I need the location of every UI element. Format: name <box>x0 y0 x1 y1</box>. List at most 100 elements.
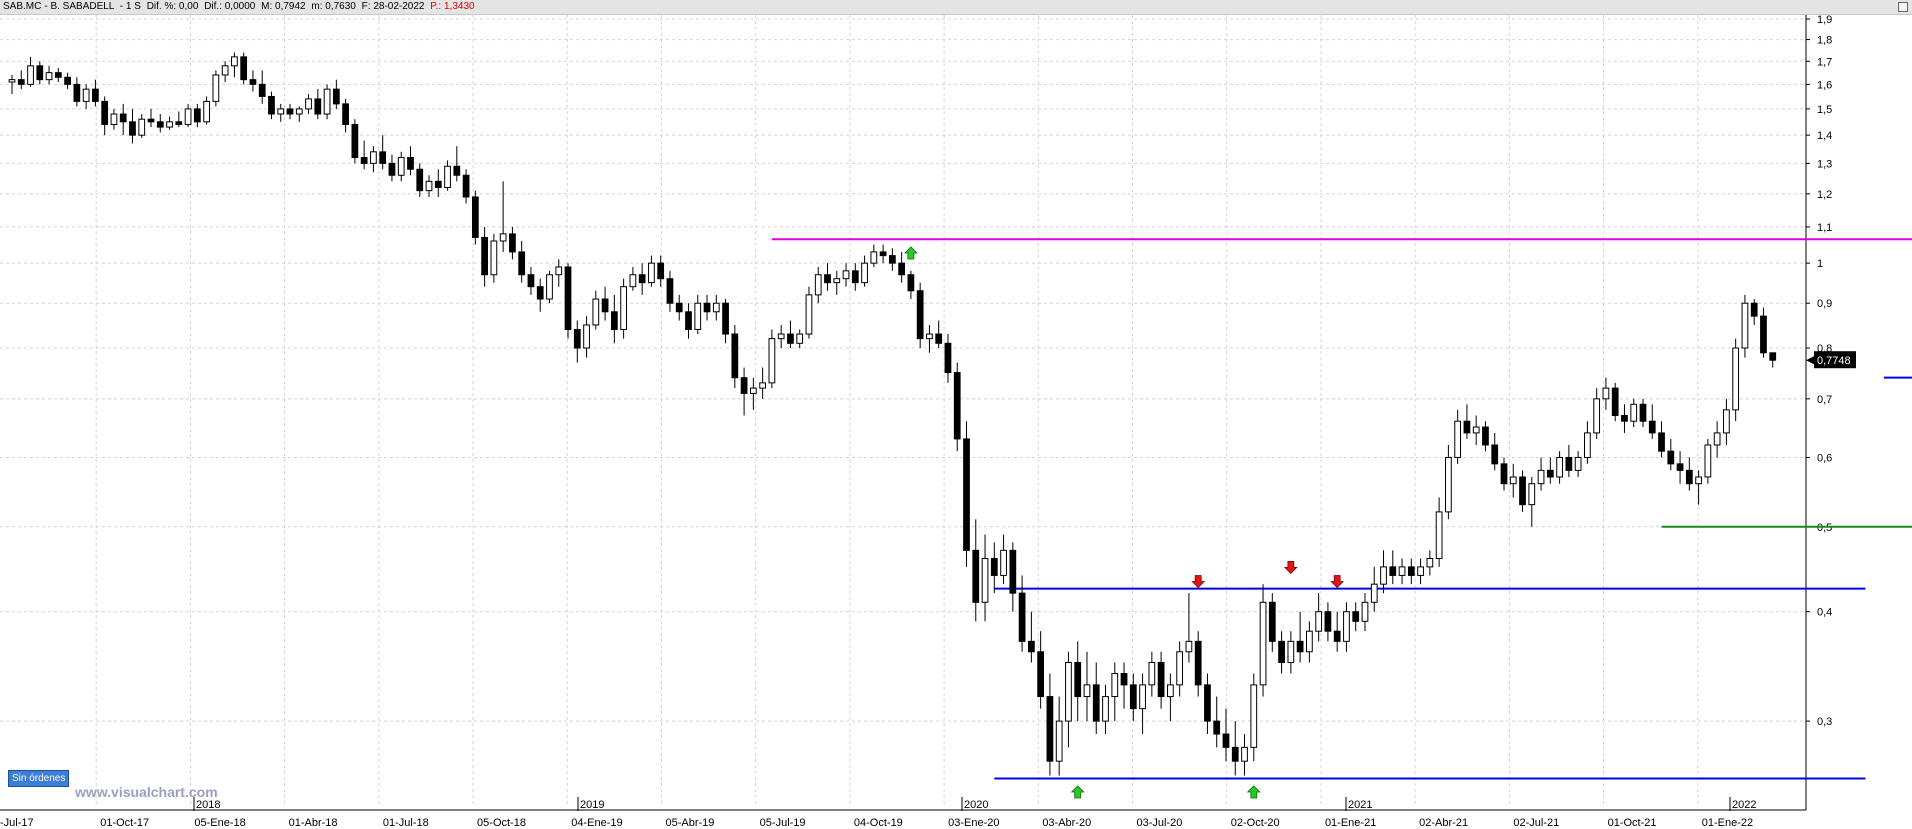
candle-up <box>1426 558 1434 568</box>
candle-up <box>45 72 53 81</box>
candle-up <box>1185 640 1193 653</box>
x-tick-label: 02-Jul-21 <box>1513 817 1559 829</box>
candle-up <box>777 333 785 340</box>
candle-up <box>1102 696 1109 722</box>
last-price-label: 0,7748 <box>1817 355 1851 367</box>
candle-up <box>546 274 553 300</box>
candle-down <box>675 302 683 313</box>
candle-up <box>1704 444 1712 478</box>
x-tick-label: 01-Oct-17 <box>100 817 149 829</box>
candle-down <box>527 274 535 288</box>
candle-down <box>731 333 739 379</box>
candle-down <box>434 180 442 189</box>
timeframe-label[interactable]: - 1 S <box>120 1 141 12</box>
price-chart[interactable]: 1,91,81,71,61,51,41,31,21,110,90,80,70,6… <box>0 15 1912 829</box>
candle-up <box>397 157 405 176</box>
candle-up <box>861 262 868 284</box>
candle-up <box>796 333 804 344</box>
candle-down <box>638 274 646 284</box>
year-label: 2019 <box>580 799 604 811</box>
candle-down <box>573 328 581 349</box>
candle-down <box>1639 403 1647 422</box>
candle-down <box>379 151 387 164</box>
candle-down <box>416 168 424 192</box>
candle-down <box>129 121 136 136</box>
candle-up <box>712 302 720 313</box>
y-tick-label: 1,7 <box>1817 56 1832 68</box>
candle-down <box>332 88 340 105</box>
y-tick-label: 1 <box>1817 258 1823 270</box>
y-tick-label: 1,2 <box>1817 189 1832 201</box>
candle-down <box>407 157 414 170</box>
candle-down <box>1027 640 1035 653</box>
candle-up <box>1509 476 1517 485</box>
candle-down <box>1268 601 1276 642</box>
candle-up <box>277 108 285 115</box>
y-tick-label: 1,6 <box>1817 79 1832 91</box>
candle-up <box>82 88 90 102</box>
candle-up <box>1287 640 1295 663</box>
candle-down <box>268 95 275 115</box>
candle-down <box>972 549 980 603</box>
candle-up <box>648 262 655 284</box>
x-tick-label: 05-Abr-19 <box>665 817 714 829</box>
candle-up <box>1259 601 1267 686</box>
x-tick-label: 03-Ene-20 <box>948 817 999 829</box>
date-readout: F: 28-02-2022 <box>361 1 425 12</box>
dif-readout: Dif.: 0,0000 <box>204 1 256 12</box>
sell-arrow-icon <box>1283 561 1298 575</box>
candle-down <box>1231 746 1239 762</box>
candle-down <box>1296 640 1304 653</box>
candle-up <box>629 274 637 288</box>
candle-up <box>1630 403 1638 422</box>
candle-up <box>759 382 767 389</box>
candle-up <box>926 333 933 340</box>
candle-up <box>620 286 627 330</box>
candle-up <box>1343 611 1350 642</box>
candle-up <box>1148 661 1156 686</box>
last-price-pointer-icon <box>1806 356 1814 365</box>
year-label: 2020 <box>964 799 988 811</box>
candle-down <box>36 65 44 81</box>
candle-up <box>1055 720 1063 762</box>
candle-up <box>1167 684 1174 698</box>
candle-down <box>1157 661 1165 698</box>
candle-down <box>1352 611 1360 622</box>
candle-down <box>453 165 461 176</box>
y-tick-label: 1,3 <box>1817 158 1832 170</box>
candle-up <box>1556 456 1563 478</box>
candle-down <box>258 83 266 97</box>
price-readout: P.: 1,3430 <box>430 1 475 12</box>
candle-down <box>240 56 248 81</box>
candle-down <box>342 103 349 125</box>
y-tick-label: 1,9 <box>1817 15 1832 26</box>
x-tick-label: 05-Jul-19 <box>760 817 806 829</box>
max-readout: M: 0,7942 <box>261 1 306 12</box>
buy-arrow-icon <box>903 246 918 260</box>
candle-down <box>481 236 488 276</box>
candle-up <box>583 324 590 349</box>
candle-up <box>305 98 312 110</box>
orders-status-button[interactable]: Sin órdenes <box>8 770 70 787</box>
close-icon[interactable] <box>1898 2 1908 12</box>
candle-down <box>518 251 526 276</box>
candle-down <box>509 233 516 253</box>
candle-down <box>1278 640 1285 663</box>
candle-up <box>768 338 776 384</box>
candle-up <box>1380 566 1387 585</box>
candle-up <box>981 558 989 603</box>
x-tick-label: 04-Oct-19 <box>854 817 903 829</box>
candle-down <box>888 255 896 264</box>
x-tick-label: 03-Abr-20 <box>1042 817 1091 829</box>
candle-down <box>685 311 692 330</box>
candle-down <box>1750 302 1758 317</box>
candle-down <box>1760 315 1767 354</box>
candle-up <box>1306 630 1313 653</box>
candle-up <box>1241 746 1248 762</box>
candle-up <box>1723 409 1730 434</box>
candle-down <box>963 438 970 551</box>
dif-pct-readout: Dif. %: 0,00 <box>146 1 199 12</box>
candle-down <box>1621 414 1628 422</box>
candle-down <box>314 98 322 115</box>
candle-down <box>1676 463 1684 471</box>
